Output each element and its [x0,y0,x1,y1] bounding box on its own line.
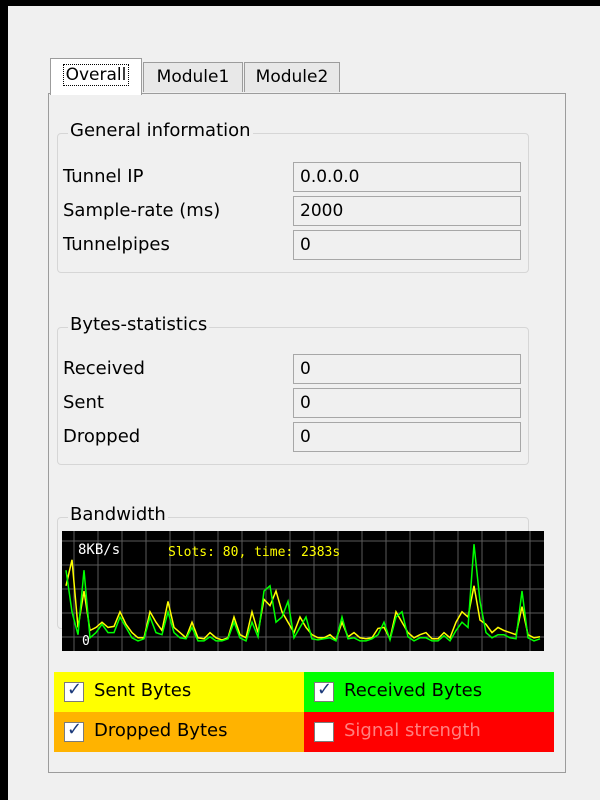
bandwidth-graph: 8KB/s Slots: 80, time: 2383s 0 [62,531,544,651]
general-information-group: General information Tunnel IP 0.0.0.0 Sa… [57,120,529,273]
graph-max-label: 8KB/s [78,542,120,558]
tab-module2[interactable]: Module2 [244,62,340,92]
legend-received-bytes: ✓ Received Bytes [304,672,554,712]
sample-rate-field: 2000 [293,196,521,226]
tunnelpipes-field: 0 [293,230,521,260]
bytes-statistics-group: Bytes-statistics Received 0 Sent 0 Dropp… [57,314,529,465]
tab-panel-overall: General information Tunnel IP 0.0.0.0 Sa… [48,93,566,773]
dropped-bytes-checkbox[interactable]: ✓ [64,719,84,742]
sent-label: Sent [63,392,104,413]
tunnel-ip-field: 0.0.0.0 [293,162,521,192]
bandwidth-graph-canvas: 8KB/s Slots: 80, time: 2383s 0 [62,531,544,651]
check-icon: ✓ [317,679,333,700]
signal-strength-checkbox[interactable] [314,722,334,742]
received-label: Received [63,358,145,379]
tunnel-ip-label: Tunnel IP [63,166,144,187]
legend-dropped-bytes: ✓ Dropped Bytes [54,712,304,752]
dropped-bytes-label: Dropped Bytes [94,720,228,741]
dropped-label: Dropped [63,426,141,447]
dropped-field: 0 [293,422,521,452]
tab-overall[interactable]: Overall [50,58,142,95]
tab-module1[interactable]: Module1 [143,62,243,92]
received-bytes-checkbox[interactable]: ✓ [314,679,334,702]
sent-field: 0 [293,388,521,418]
tunnelpipes-label: Tunnelpipes [63,234,170,255]
sample-rate-label: Sample-rate (ms) [63,200,221,221]
signal-strength-label: Signal strength [344,720,481,741]
tab-module1-label: Module1 [156,67,230,87]
check-icon: ✓ [67,719,83,740]
sent-bytes-series [65,559,541,642]
window-border-left [0,0,8,800]
bandwidth-title: Bandwidth [68,504,168,525]
tab-module2-label: Module2 [255,67,329,87]
sent-bytes-label: Sent Bytes [94,680,192,701]
tab-overall-label: Overall [62,64,130,86]
received-bytes-label: Received Bytes [344,680,483,701]
window-border-top [0,0,600,6]
bytes-statistics-title: Bytes-statistics [68,314,210,335]
legend-signal-strength: Signal strength [304,712,554,752]
graph-status-text: Slots: 80, time: 2383s [168,545,340,560]
check-icon: ✓ [67,679,83,700]
graph-zero-label: 0 [82,634,90,649]
sent-bytes-checkbox[interactable]: ✓ [64,679,84,702]
received-field: 0 [293,354,521,384]
legend-sent-bytes: ✓ Sent Bytes [54,672,304,712]
general-information-title: General information [68,120,253,141]
